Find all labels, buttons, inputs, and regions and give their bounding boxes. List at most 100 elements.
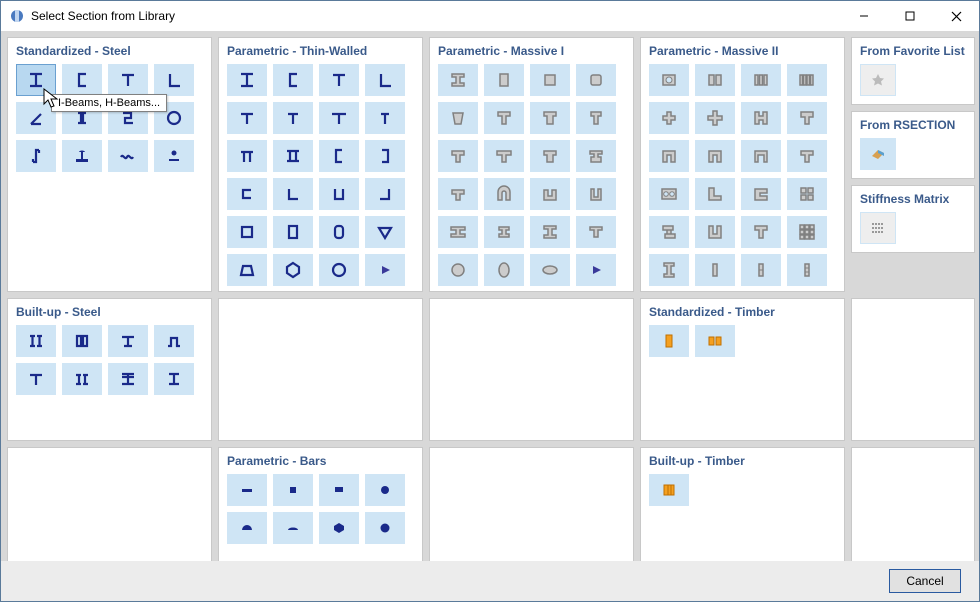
i-solid-icon[interactable]: [438, 64, 478, 96]
tee-flat-icon[interactable]: [227, 102, 267, 134]
square-hollow-icon[interactable]: [227, 216, 267, 248]
i-narrow-icon[interactable]: [484, 216, 524, 248]
tee-icon[interactable]: [108, 64, 148, 96]
h-thick-icon[interactable]: [741, 102, 781, 134]
cross-solid-icon[interactable]: [649, 102, 689, 134]
ogee-icon[interactable]: [741, 178, 781, 210]
arch-icon[interactable]: [484, 178, 524, 210]
minimize-button[interactable]: [841, 1, 887, 31]
u-large-icon[interactable]: [695, 216, 735, 248]
bu-double-i-icon[interactable]: [16, 325, 56, 357]
round-bar2-icon[interactable]: [365, 512, 405, 544]
cross-icon[interactable]: [530, 102, 570, 134]
more-massive-icon[interactable]: [576, 254, 616, 286]
tee-wide-icon[interactable]: [319, 102, 359, 134]
square-bar-icon[interactable]: [273, 474, 313, 506]
u-shape-icon[interactable]: [319, 178, 359, 210]
t-cap-icon[interactable]: [576, 140, 616, 172]
arch-t-icon[interactable]: [787, 140, 827, 172]
hexagon-icon[interactable]: [273, 254, 313, 286]
t-up-icon[interactable]: [576, 102, 616, 134]
bu-i-plate-icon[interactable]: [108, 363, 148, 395]
circle-hollow-icon[interactable]: [319, 254, 359, 286]
angle-mirror-icon[interactable]: [16, 102, 56, 134]
bars1-icon[interactable]: [695, 254, 735, 286]
hex-bar-icon[interactable]: [319, 512, 359, 544]
grid-icon[interactable]: [787, 178, 827, 210]
ring-icon[interactable]: [649, 64, 689, 96]
favorite-pin-icon[interactable]: [860, 64, 896, 96]
more-thin-icon[interactable]: [365, 254, 405, 286]
bars-dense-icon[interactable]: [787, 64, 827, 96]
round-bar-icon[interactable]: [365, 474, 405, 506]
round-bar-icon[interactable]: [154, 140, 194, 172]
lam-timber-icon[interactable]: [649, 474, 689, 506]
i-thin2-icon[interactable]: [576, 216, 616, 248]
rect-hollow-icon[interactable]: [273, 216, 313, 248]
bu-channel-pair-icon[interactable]: [62, 363, 102, 395]
l-right-icon[interactable]: [365, 178, 405, 210]
angle-icon[interactable]: [154, 64, 194, 96]
channel-icon[interactable]: [62, 64, 102, 96]
round-hollow-icon[interactable]: [319, 216, 359, 248]
ellipse-h-icon[interactable]: [484, 254, 524, 286]
bu-t-comp-icon[interactable]: [108, 325, 148, 357]
l-shape-icon[interactable]: [273, 178, 313, 210]
bars2-icon[interactable]: [741, 254, 781, 286]
t-solid2-icon[interactable]: [787, 102, 827, 134]
ellipse-w-icon[interactable]: [530, 254, 570, 286]
i-wide-icon[interactable]: [438, 216, 478, 248]
tee-thin-icon[interactable]: [319, 64, 359, 96]
bu-hat-icon[interactable]: [154, 325, 194, 357]
c-shape-icon[interactable]: [227, 178, 267, 210]
trapezoid-icon[interactable]: [227, 254, 267, 286]
t-down-icon[interactable]: [484, 102, 524, 134]
i-section-icon[interactable]: [16, 64, 56, 96]
u-wide-icon[interactable]: [484, 140, 524, 172]
bars3-icon[interactable]: [787, 254, 827, 286]
arch-r-icon[interactable]: [695, 140, 735, 172]
stiffness-matrix-icon[interactable]: [860, 212, 896, 244]
rsection-icon[interactable]: [860, 138, 896, 170]
h-solid-icon[interactable]: [530, 216, 570, 248]
u-narrow-icon[interactable]: [576, 178, 616, 210]
tee-alt-icon[interactable]: [273, 102, 313, 134]
double-rect-icon[interactable]: [695, 64, 735, 96]
cancel-button[interactable]: Cancel: [889, 569, 961, 593]
double-ring-icon[interactable]: [649, 178, 689, 210]
omega-icon[interactable]: [530, 178, 570, 210]
wave-icon[interactable]: [108, 140, 148, 172]
close-button[interactable]: [933, 1, 979, 31]
trap-solid-icon[interactable]: [438, 102, 478, 134]
bu-box-i-icon[interactable]: [62, 325, 102, 357]
rect-tall-icon[interactable]: [576, 64, 616, 96]
i-tall-icon[interactable]: [649, 254, 689, 286]
wide-flange-icon[interactable]: [62, 140, 102, 172]
square-solid-icon[interactable]: [530, 64, 570, 96]
grid3-icon[interactable]: [787, 216, 827, 248]
t-large-icon[interactable]: [741, 216, 781, 248]
channel-thin-icon[interactable]: [273, 64, 313, 96]
plus-icon[interactable]: [695, 102, 735, 134]
channel-left-icon[interactable]: [319, 140, 359, 172]
bu-i-welded-icon[interactable]: [154, 363, 194, 395]
arch-l-icon[interactable]: [649, 140, 689, 172]
z-large-icon[interactable]: [649, 216, 689, 248]
bu-t-plate-icon[interactable]: [16, 363, 56, 395]
tri-hollow-icon[interactable]: [365, 216, 405, 248]
flat-rounded-icon[interactable]: [273, 512, 313, 544]
i-thin-icon[interactable]: [227, 64, 267, 96]
maximize-button[interactable]: [887, 1, 933, 31]
t-solid-icon[interactable]: [530, 140, 570, 172]
io-timber-icon[interactable]: [695, 325, 735, 357]
rect-solid-icon[interactable]: [484, 64, 524, 96]
angle-thin-icon[interactable]: [365, 64, 405, 96]
arch-c-icon[interactable]: [741, 140, 781, 172]
u-solid-icon[interactable]: [438, 140, 478, 172]
bars-v-icon[interactable]: [741, 64, 781, 96]
z-section-icon[interactable]: [16, 140, 56, 172]
rect-bar-icon[interactable]: [319, 474, 359, 506]
flat-bar-icon[interactable]: [227, 474, 267, 506]
cap-icon[interactable]: [438, 178, 478, 210]
tee-narrow-icon[interactable]: [365, 102, 405, 134]
